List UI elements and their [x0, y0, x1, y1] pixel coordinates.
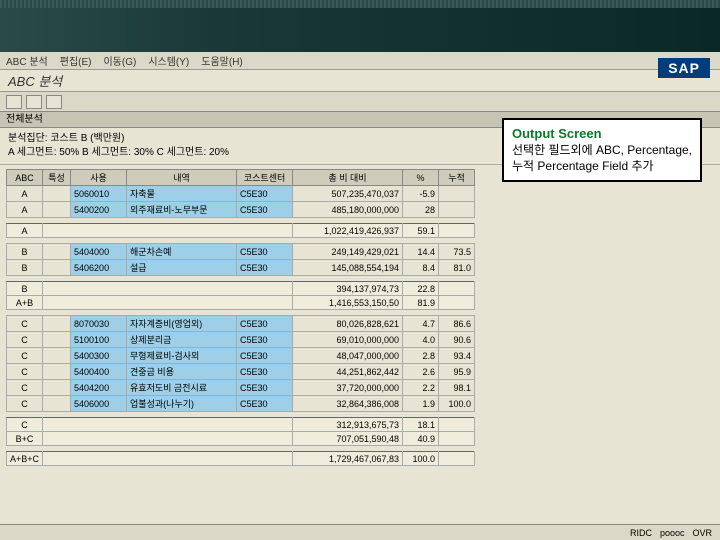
status-right: poooc	[660, 528, 685, 538]
menu-help[interactable]: 도움말(H)	[201, 53, 242, 68]
status-bar: RIDC poooc OVR	[0, 524, 720, 540]
table-row: B5404000해군차손예C5E30249,149,429,02114.473.…	[7, 244, 475, 260]
sum-b: B394,137,974,7322.8	[7, 282, 475, 296]
status-left: RIDC	[630, 528, 652, 538]
page-title: ABC 분석	[8, 71, 62, 90]
sum-ab: A+B1,416,553,150,5081.9	[7, 296, 475, 310]
callout-title: Output Screen	[512, 126, 692, 142]
status-end: OVR	[692, 528, 712, 538]
sum-bc: B+C707,051,590,4840.9	[7, 432, 475, 446]
tb-btn-1[interactable]	[6, 95, 22, 109]
tb-btn-3[interactable]	[46, 95, 62, 109]
th-val: 총 비 대비	[293, 170, 403, 186]
menu-bar: ABC 분석 편집(E) 이동(G) 시스템(Y) 도움말(H) SAP	[0, 52, 720, 70]
table-row: A5060010자축물C5E30507,235,470,037-5.9	[7, 186, 475, 202]
sum-abc: A+B+C1,729,467,067,83100.0	[7, 452, 475, 466]
header-banner	[0, 0, 720, 52]
sum-c: C312,913,675,7318.1	[7, 418, 475, 432]
th-cum: 누적	[439, 170, 475, 186]
menu-abc[interactable]: ABC 분석	[6, 53, 48, 68]
tb-btn-2[interactable]	[26, 95, 42, 109]
sap-logo: SAP	[658, 58, 710, 78]
th-cc: 코스트센터	[237, 170, 293, 186]
abc-table: ABC 특성 사용 내역 코스트센터 총 비 대비 % 누적 A5060010자…	[6, 169, 475, 466]
title-row: ABC 분석	[0, 70, 720, 92]
table-row: C5400400견중금 비용C5E3044,251,862,4422.695.9	[7, 364, 475, 380]
sum-a: A1,022,419,426,93759.1	[7, 224, 475, 238]
menu-edit[interactable]: 편집(E)	[60, 53, 92, 68]
table-header-row: ABC 특성 사용 내역 코스트센터 총 비 대비 % 누적	[7, 170, 475, 186]
th-abc: ABC	[7, 170, 43, 186]
menu-system[interactable]: 시스템(Y)	[148, 53, 189, 68]
table-row: C5400300무형제료비-검사외C5E3048,047,000,0002.89…	[7, 348, 475, 364]
table-row: C5404200유효저도비 금전시료C5E3037,720,000,0002.2…	[7, 380, 475, 396]
th-code: 사용	[71, 170, 127, 186]
table-row: C8070030자자계증비(영업외)C5E3080,026,828,6214.7…	[7, 316, 475, 332]
table-row: C5100100상제분리금C5E3069,010,000,0004.090.6	[7, 332, 475, 348]
callout-box: Output Screen 선택한 필드외에 ABC, Percentage, …	[502, 118, 702, 182]
table-row: C5406000업불성과(나누기)C5E3032,864,386,0081.91…	[7, 396, 475, 412]
th-char: 특성	[43, 170, 71, 186]
table-row: A5400200외주재료비-노무부문C5E30485,180,000,00028	[7, 202, 475, 218]
menu-goto[interactable]: 이동(G)	[103, 53, 136, 68]
data-area: ABC 특성 사용 내역 코스트센터 총 비 대비 % 누적 A5060010자…	[0, 165, 720, 525]
callout-body: 선택한 필드외에 ABC, Percentage, 누적 Percentage …	[512, 142, 692, 174]
table-row: B5406200설급C5E30145,088,554,1948.481.0	[7, 260, 475, 276]
th-pct: %	[403, 170, 439, 186]
th-desc: 내역	[127, 170, 237, 186]
toolbar	[0, 92, 720, 112]
